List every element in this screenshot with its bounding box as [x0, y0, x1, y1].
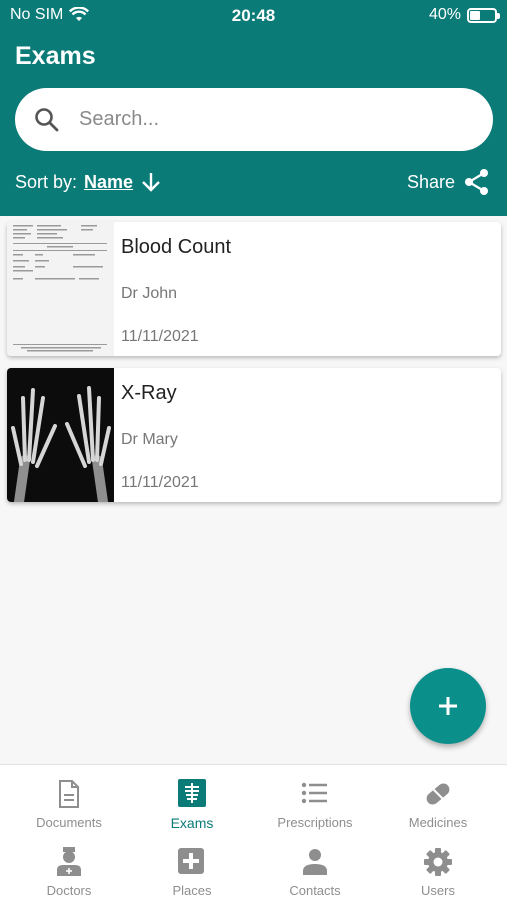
document-thumbnail: [7, 222, 114, 356]
exam-doctor: Dr Mary: [121, 431, 178, 448]
status-bar: No SIM 20:48 40%: [0, 0, 507, 32]
nav-prescriptions[interactable]: Prescriptions: [252, 779, 378, 830]
exam-title: Blood Count: [121, 236, 232, 258]
page-title: Exams: [15, 42, 96, 70]
document-icon: [59, 780, 79, 808]
arrow-down-icon[interactable]: [139, 170, 163, 194]
sort-label: Sort by:: [15, 171, 78, 192]
person-icon: [303, 849, 327, 875]
add-exam-button[interactable]: [410, 668, 486, 744]
exam-card[interactable]: X-Ray Dr Mary 11/11/2021: [7, 368, 501, 502]
share-button[interactable]: Share: [407, 168, 491, 196]
nav-label: Prescriptions: [277, 815, 353, 830]
search-input[interactable]: [79, 108, 459, 131]
list-icon: [301, 782, 327, 804]
battery-icon: [467, 7, 500, 23]
exam-title: X-Ray: [121, 382, 177, 404]
nav-label: Doctors: [46, 883, 92, 898]
nav-contacts[interactable]: Contacts: [252, 847, 378, 898]
hospital-plus-icon: [178, 848, 204, 874]
nav-exams[interactable]: Exams: [129, 779, 255, 831]
exam-date: 11/11/2021: [121, 474, 199, 491]
exam-date: 11/11/2021: [121, 328, 199, 345]
doctor-icon: [57, 847, 81, 876]
nav-label: Users: [421, 883, 455, 898]
exam-card[interactable]: Blood Count Dr John 11/11/2021: [7, 222, 501, 356]
xray-icon: [178, 779, 206, 807]
app-header: No SIM 20:48 40% Exams Sort by: Name: [0, 0, 507, 216]
nav-medicines[interactable]: Medicines: [375, 779, 501, 830]
xray-thumbnail: [7, 368, 114, 502]
sort-value[interactable]: Name: [84, 172, 133, 193]
share-icon: [465, 169, 488, 195]
exam-doctor: Dr John: [121, 285, 178, 302]
nav-label: Contacts: [289, 883, 341, 898]
nav-users[interactable]: Users: [375, 847, 501, 898]
pill-icon: [426, 783, 450, 805]
battery-percent: 40%: [428, 6, 461, 23]
exam-list: Blood Count Dr John 11/11/2021 X-Ray Dr …: [7, 222, 501, 514]
plus-icon: [439, 697, 457, 715]
gear-icon: [424, 848, 452, 876]
sort-control[interactable]: Sort by: Name: [15, 170, 163, 194]
share-label: Share: [406, 171, 455, 192]
search-icon: [35, 107, 59, 131]
nav-doctors[interactable]: Doctors: [6, 847, 132, 898]
nav-label: Places: [172, 883, 212, 898]
nav-documents[interactable]: Documents: [6, 779, 132, 830]
nav-places[interactable]: Places: [129, 847, 255, 898]
search-bar[interactable]: [15, 88, 493, 151]
nav-label: Exams: [170, 815, 214, 831]
bottom-nav: Documents Exams Prescriptions Medicines: [0, 764, 507, 900]
nav-label: Medicines: [408, 815, 468, 830]
nav-label: Documents: [36, 815, 102, 830]
